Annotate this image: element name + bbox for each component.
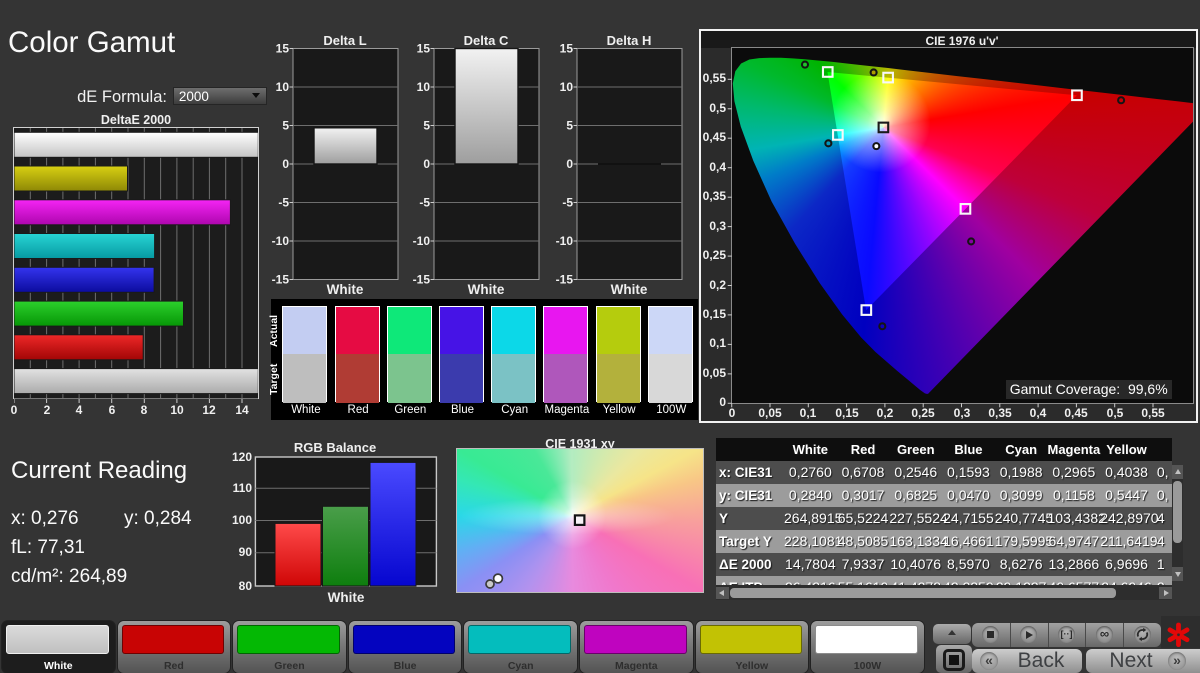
svg-text:0: 0 bbox=[423, 157, 430, 171]
svg-text:5: 5 bbox=[566, 119, 573, 133]
svg-text:0: 0 bbox=[566, 157, 573, 171]
svg-text:10: 10 bbox=[276, 80, 290, 94]
svg-text:White: White bbox=[327, 282, 364, 297]
svg-text:90: 90 bbox=[239, 545, 253, 559]
svg-text:-5: -5 bbox=[562, 196, 573, 210]
svg-text:Delta L: Delta L bbox=[323, 33, 366, 48]
svg-text:-10: -10 bbox=[556, 234, 574, 248]
svg-text:Delta C: Delta C bbox=[464, 33, 509, 48]
svg-text:-5: -5 bbox=[419, 196, 430, 210]
svg-text:5: 5 bbox=[423, 119, 430, 133]
svg-text:110: 110 bbox=[233, 481, 253, 495]
svg-text:15: 15 bbox=[560, 42, 574, 56]
svg-text:-15: -15 bbox=[272, 273, 290, 287]
svg-text:5: 5 bbox=[282, 119, 289, 133]
svg-text:Delta H: Delta H bbox=[607, 33, 652, 48]
svg-text:0: 0 bbox=[282, 157, 289, 171]
svg-text:White: White bbox=[328, 590, 365, 605]
svg-text:-5: -5 bbox=[278, 196, 289, 210]
svg-text:White: White bbox=[468, 282, 505, 297]
svg-text:White: White bbox=[611, 282, 648, 297]
svg-text:10: 10 bbox=[417, 80, 431, 94]
svg-text:-15: -15 bbox=[556, 273, 574, 287]
svg-text:100: 100 bbox=[232, 513, 252, 527]
svg-text:80: 80 bbox=[239, 579, 253, 593]
svg-text:10: 10 bbox=[560, 80, 574, 94]
svg-text:-10: -10 bbox=[413, 234, 431, 248]
svg-text:-15: -15 bbox=[413, 273, 431, 287]
svg-text:15: 15 bbox=[417, 42, 431, 56]
svg-text:15: 15 bbox=[276, 42, 290, 56]
svg-text:120: 120 bbox=[232, 450, 252, 464]
svg-text:-10: -10 bbox=[272, 234, 290, 248]
svg-text:RGB Balance: RGB Balance bbox=[294, 440, 376, 455]
